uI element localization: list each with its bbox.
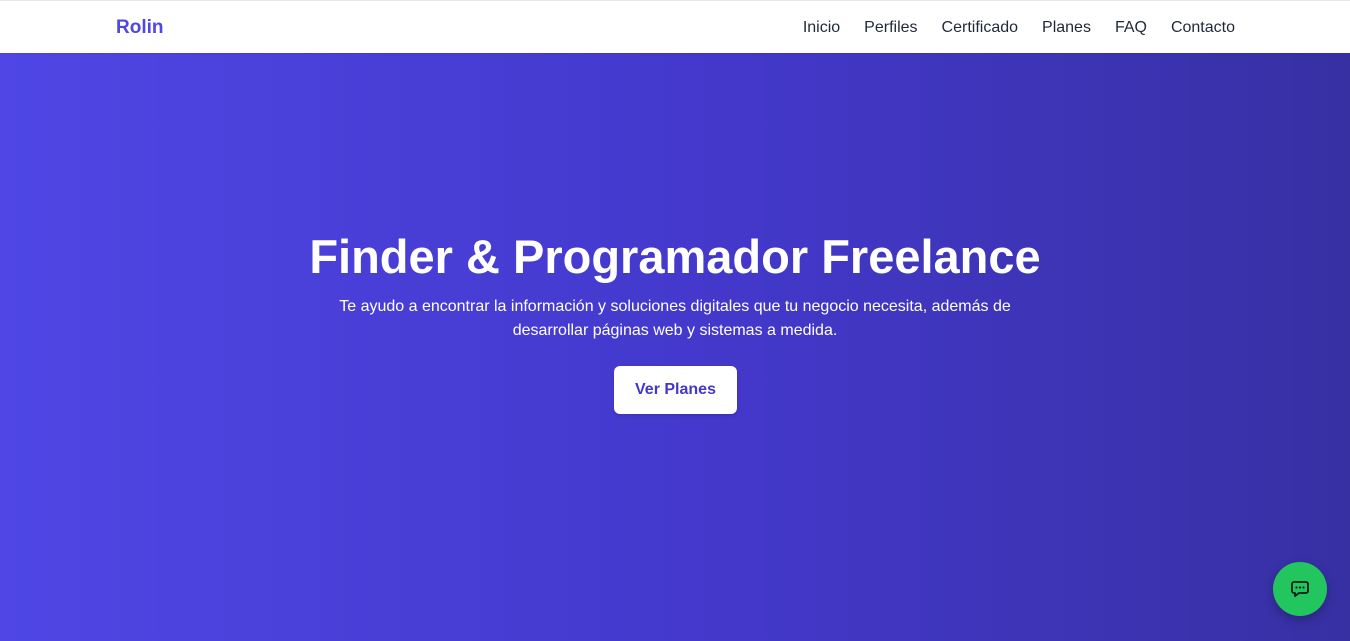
brand-logo[interactable]: Rolin [116,17,164,39]
nav-item-perfiles: Perfiles [864,18,917,38]
nav-item-faq: FAQ [1115,18,1147,38]
nav-link-inicio[interactable]: Inicio [803,18,840,38]
navbar: Rolin Inicio Perfiles Certificado Planes… [0,0,1350,53]
nav-item-certificado: Certificado [942,18,1018,38]
nav-link-contacto[interactable]: Contacto [1171,18,1235,38]
nav-link-planes[interactable]: Planes [1042,18,1091,38]
nav-item-inicio: Inicio [803,18,840,38]
hero-section: Finder & Programador Freelance Te ayudo … [0,53,1350,641]
nav-link-certificado[interactable]: Certificado [942,18,1018,38]
nav-menu: Inicio Perfiles Certificado Planes FAQ C… [803,18,1235,38]
hero-title: Finder & Programador Freelance [309,230,1041,283]
chat-bubble-icon [1291,581,1309,597]
chat-button[interactable] [1273,562,1327,616]
nav-link-faq[interactable]: FAQ [1115,18,1147,38]
hero-subtitle: Te ayudo a encontrar la información y so… [339,298,1011,339]
nav-item-contacto: Contacto [1171,18,1235,38]
nav-link-perfiles[interactable]: Perfiles [864,18,917,38]
ver-planes-button[interactable]: Ver Planes [614,366,737,414]
nav-item-planes: Planes [1042,18,1091,38]
